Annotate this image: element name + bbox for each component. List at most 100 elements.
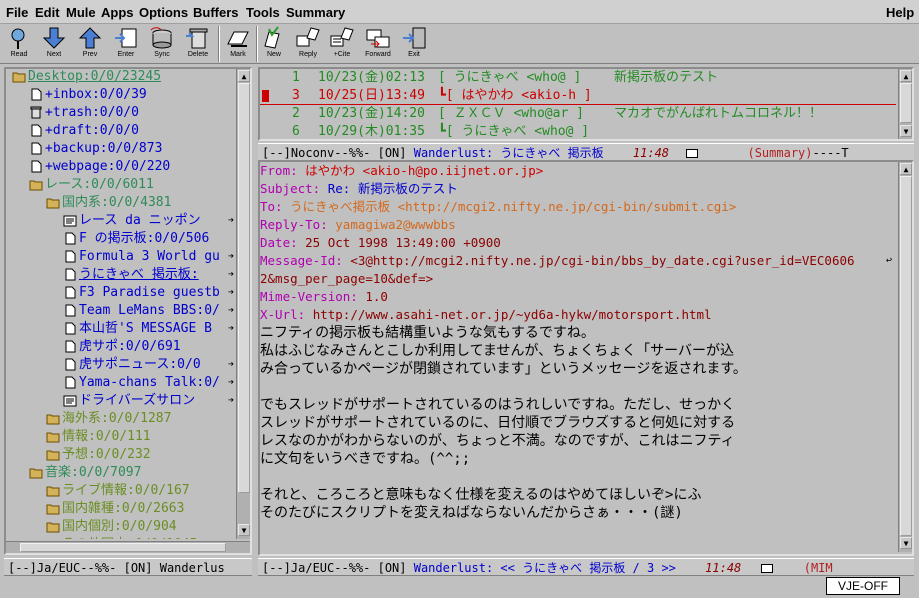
folder-item-label: レース:0/0/6011 xyxy=(45,177,154,192)
folder-item[interactable]: 国内系:0/0/4381 xyxy=(46,194,234,212)
menu-summary[interactable]: Summary xyxy=(286,5,345,20)
menu-mule[interactable]: Mule xyxy=(66,5,96,20)
folder-item[interactable]: 情報:0/0/111 xyxy=(46,428,234,446)
folder-item[interactable]: 虎サポニュース:0/0 ➔ xyxy=(63,356,234,374)
scroll-thumb[interactable] xyxy=(900,176,912,536)
menu-edit[interactable]: Edit xyxy=(35,5,60,20)
folder-item[interactable]: F の掲示板:0/0/506 xyxy=(63,230,234,248)
summary-pane[interactable]: 1 10/23(金)02:13 [ うにきゃべ <who@ ] 新掲示板のテスト 3 10… xyxy=(258,67,914,141)
prev-button[interactable]: Prev xyxy=(74,26,106,62)
folder-item-label: 海外系:0/0/1287 xyxy=(62,411,172,426)
scroll-up-arrow[interactable]: ▲ xyxy=(900,70,912,82)
summary-date: 10/23(金)14:20 xyxy=(318,106,425,121)
new-button[interactable]: New xyxy=(258,26,290,62)
new-message-icon xyxy=(264,26,280,49)
header-value: <3@http://mcgi2.nifty.ne.jp/cgi-bin/bbs_… xyxy=(350,253,855,268)
summary-number: 2 xyxy=(292,106,300,121)
folder-item[interactable]: Team LeMans BBS:0/ ➔ xyxy=(63,302,234,320)
new-label: New xyxy=(266,51,281,58)
truncation-arrow-icon: ➔ xyxy=(227,320,234,338)
folder-item[interactable]: ドライバーズサロン ➔ xyxy=(63,392,234,410)
message-pane[interactable]: From: はやかわ <akio-h@po.iijnet.or.jp> Subje… xyxy=(258,160,914,556)
folder-item[interactable]: Yama-chans Talk:0/ ➔ xyxy=(63,374,234,392)
folder-item[interactable]: Formula 3 World gu ➔ xyxy=(63,248,234,266)
folder-item[interactable]: 国内個別:0/0/904 xyxy=(46,518,234,536)
folder-item-label: レース da ニッポン xyxy=(79,213,201,228)
body-line: スレッドがサポートされているのに、日付順でブラウズすると何処に対する xyxy=(260,415,736,431)
folder-pane[interactable]: Desktop:0/0/23245 +inbox:0/0/39 +trash:0/0… xyxy=(4,67,252,555)
enter-button[interactable]: Enter xyxy=(110,26,142,62)
folder-item[interactable]: レース:0/0/6011 xyxy=(29,176,234,194)
summary-from: ┗[ うにきゃべ <who@ ] xyxy=(438,124,590,139)
scroll-up-arrow[interactable]: ▲ xyxy=(900,163,912,175)
folder-item-label: F の掲示板:0/0/506 xyxy=(79,231,210,246)
folder-item[interactable]: +inbox:0/0/39 xyxy=(29,86,234,104)
mark-button[interactable]: Mark xyxy=(222,26,254,62)
next-button[interactable]: Next xyxy=(38,26,70,62)
folder-item[interactable]: F3 Paradise guestb ➔ xyxy=(63,284,234,302)
scroll-down-arrow[interactable]: ▼ xyxy=(900,537,912,549)
folder-item-label: 虎サポニュース:0/0 xyxy=(79,357,201,372)
menu-help[interactable]: Help xyxy=(886,5,914,20)
menu-tools[interactable]: Tools xyxy=(246,5,280,20)
summary-from: ┗[ はやかわ <akio-h ] xyxy=(438,88,592,103)
delete-label: Delete xyxy=(187,51,209,58)
header-value[interactable]: http://www.asahi-net.or.jp/~yd6a-hykw/mo… xyxy=(313,307,712,322)
body-line: ニフティの掲示板も結構重いような気もするですね。 xyxy=(260,325,595,341)
body-line: 私はふじなみさんとこしか利用してませんが、ちょくちょく「サーバーが込 xyxy=(260,343,735,359)
document-icon xyxy=(65,358,76,371)
mark-label: Mark xyxy=(230,51,246,58)
folder-hscroll[interactable] xyxy=(6,541,250,553)
header-line: Date: 25 Oct 1998 13:49:00 +0900 xyxy=(260,234,501,252)
menu-buffers[interactable]: Buffers xyxy=(193,5,239,20)
message-vscroll[interactable]: ▲ ▼ xyxy=(898,162,912,552)
menu-options[interactable]: Options xyxy=(139,5,188,20)
folder-item-label: ライブ情報:0/0/167 xyxy=(62,483,190,498)
scroll-thumb[interactable] xyxy=(900,83,912,123)
folder-item[interactable]: +webpage:0/0/220 xyxy=(29,158,234,176)
folder-item[interactable]: Desktop:0/0/23245 xyxy=(12,69,234,86)
scroll-down-arrow[interactable]: ▼ xyxy=(238,524,250,536)
folder-item[interactable]: 音楽:0/0/7097 xyxy=(29,464,234,482)
folder-item[interactable]: +draft:0/0/0 xyxy=(29,122,234,140)
folder-item[interactable]: 国内雑種:0/0/2663 xyxy=(46,500,234,518)
sync-button[interactable]: Sync xyxy=(146,26,178,62)
summary-row[interactable]: 6 10/29(木)01:35 ┗[ うにきゃべ <who@ ] xyxy=(260,123,896,139)
folder-vscroll[interactable]: ▲ ▼ xyxy=(236,69,250,539)
summary-vscroll[interactable]: ▲ ▼ xyxy=(898,69,912,139)
folder-item[interactable]: 虎サポ:0/0/691 xyxy=(63,338,234,356)
exit-button[interactable]: Exit xyxy=(398,26,430,62)
summary-number: 1 xyxy=(292,70,300,85)
menu-apps[interactable]: Apps xyxy=(101,5,134,20)
summary-row[interactable]: 3 10/25(日)13:49 ┗[ はやかわ <akio-h ] xyxy=(260,87,896,105)
summary-modeline: [--]Noconv--%%- [ON] Wanderlust: うにきゃべ 掲… xyxy=(258,143,914,161)
header-line: Mime-Version: 1.0 xyxy=(260,288,388,306)
forward-button[interactable]: Forward xyxy=(362,26,394,62)
summary-modeline-time: 11:48 xyxy=(632,146,670,160)
ime-status: VJE-OFF xyxy=(826,577,900,595)
summary-row[interactable]: 2 10/23(金)14:20 [ ＺＸＣＶ <who@ar ] マカオでがんばれトム… xyxy=(260,105,896,123)
reply-button[interactable]: Reply xyxy=(292,26,324,62)
header-value: Re: 新掲示板のテスト xyxy=(327,181,458,196)
delete-button[interactable]: Delete xyxy=(182,26,214,62)
folder-item[interactable]: +backup:0/0/873 xyxy=(29,140,234,158)
cite-button[interactable]: +Cite xyxy=(326,26,358,62)
menu-file[interactable]: File xyxy=(6,5,28,20)
folder-item[interactable]: 本山哲'S MESSAGE B ➔ xyxy=(63,320,234,338)
folder-icon xyxy=(46,198,60,209)
folder-item[interactable]: うにきゃべ 掲示板: ➔ xyxy=(63,266,234,284)
summary-row[interactable]: 1 10/23(金)02:13 [ うにきゃべ <who@ ] 新掲示板のテスト xyxy=(260,69,896,87)
scroll-thumb[interactable] xyxy=(238,83,250,493)
toolbar: Read Next Prev Enter Sync Delete Mark Ne… xyxy=(0,24,919,64)
folder-item[interactable]: +trash:0/0/0 xyxy=(29,104,234,122)
scroll-down-arrow[interactable]: ▼ xyxy=(900,125,912,137)
scroll-up-arrow[interactable]: ▲ xyxy=(238,70,250,82)
folder-item[interactable]: 海外系:0/0/1287 xyxy=(46,410,234,428)
folder-item[interactable]: レース da ニッポン ➔ xyxy=(63,212,234,230)
read-button[interactable]: Read xyxy=(3,26,35,62)
hscroll-thumb[interactable] xyxy=(20,543,226,552)
folder-item[interactable]: ライブ情報:0/0/167 xyxy=(46,482,234,500)
folder-item[interactable]: その他国内:0/0/1045 xyxy=(46,536,234,539)
folder-item[interactable]: 予想:0/0/232 xyxy=(46,446,234,464)
summary-modeline-mode: (Summary) xyxy=(747,146,813,160)
